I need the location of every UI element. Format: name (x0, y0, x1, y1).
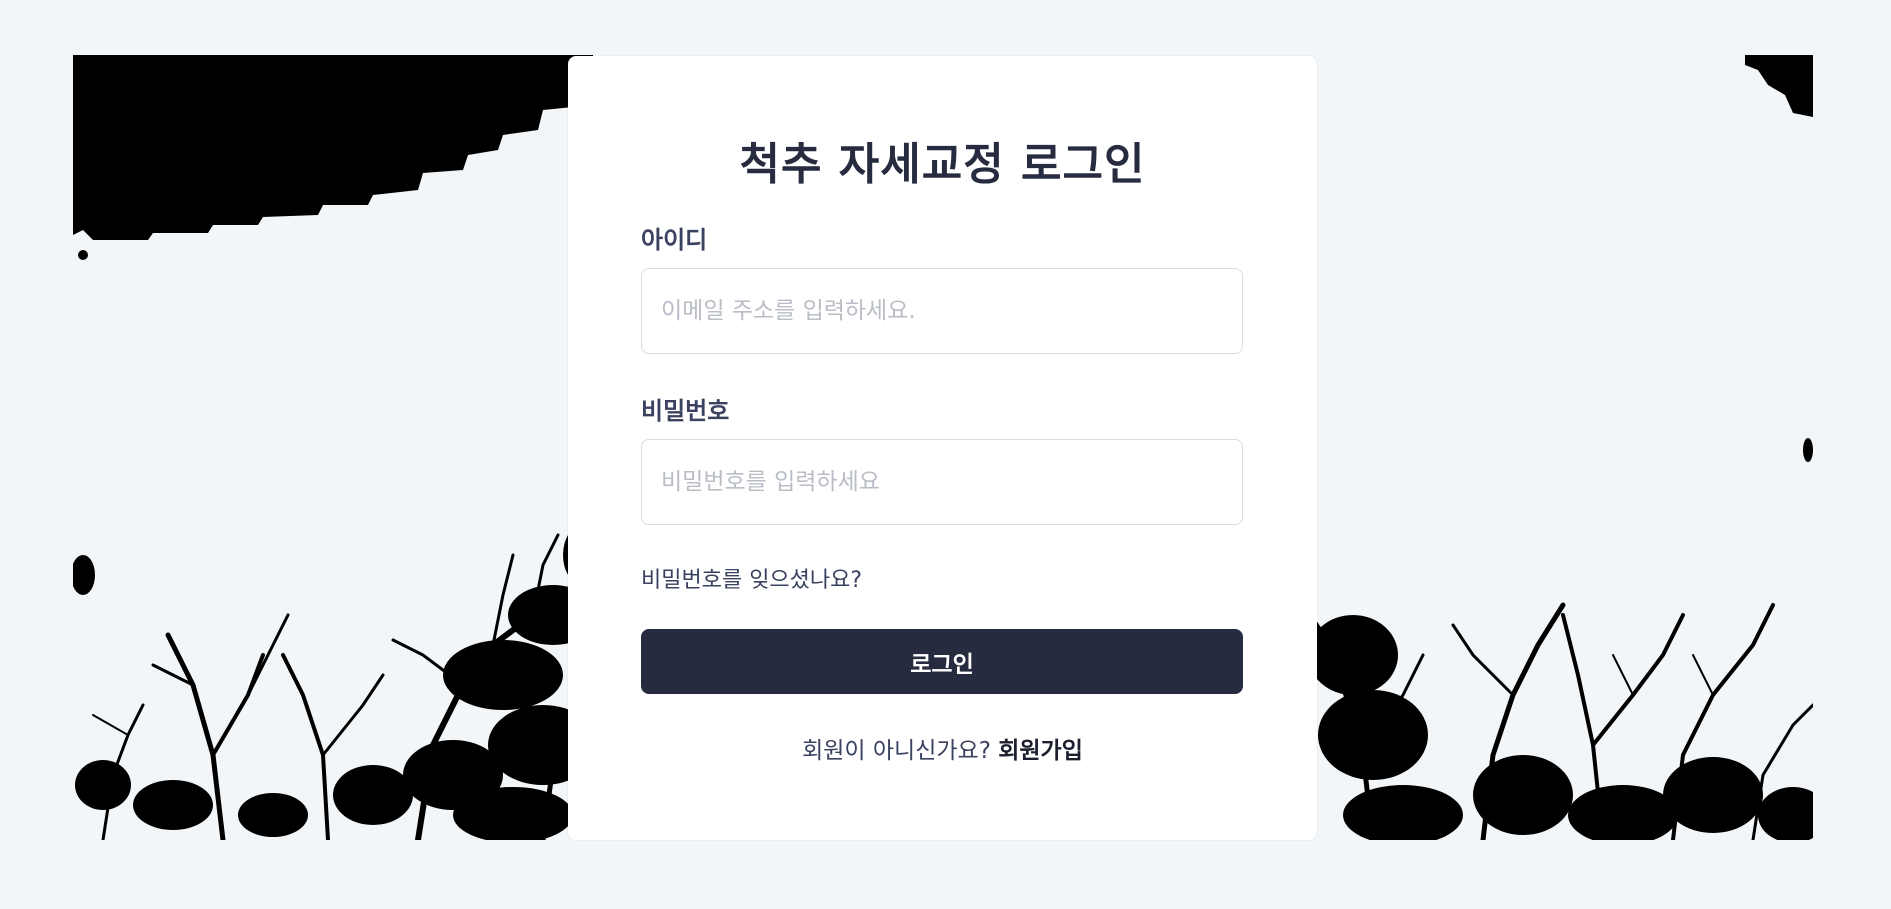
login-button[interactable]: 로그인 (641, 629, 1243, 694)
signup-row: 회원이 아니신가요? 회원가입 (568, 731, 1317, 765)
login-card: 척추 자세교정 로그인 아이디 비밀번호 비밀번호를 잊으셨나요? 로그인 회원… (568, 56, 1317, 840)
signup-prompt: 회원이 아니신가요? (802, 738, 991, 764)
id-input[interactable] (641, 268, 1243, 354)
password-label: 비밀번호 (641, 397, 730, 425)
id-label: 아이디 (641, 226, 708, 254)
forgot-password-link[interactable]: 비밀번호를 잊으셨나요? (641, 562, 862, 594)
signup-link[interactable]: 회원가입 (998, 738, 1083, 764)
page-title: 척추 자세교정 로그인 (739, 139, 1146, 190)
password-input[interactable] (641, 439, 1243, 525)
